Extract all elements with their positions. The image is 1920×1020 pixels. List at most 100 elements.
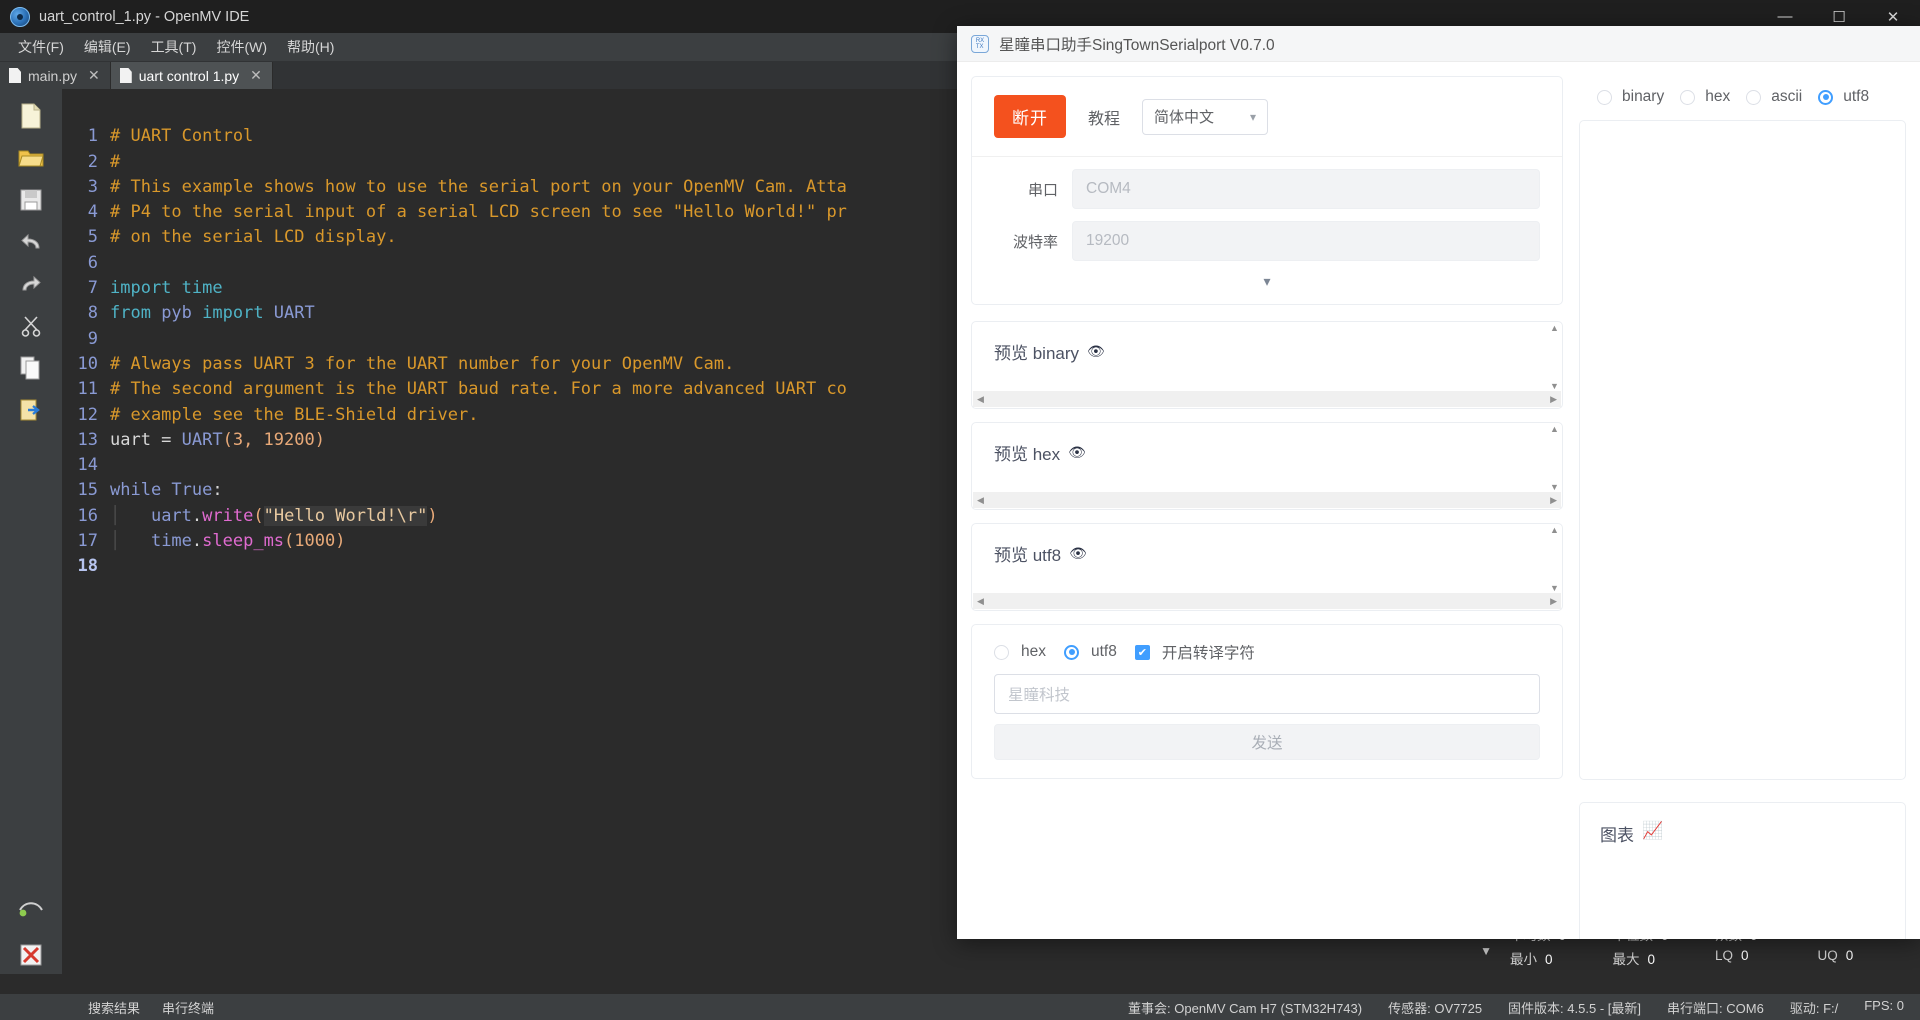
tab-label: main.py (28, 67, 78, 84)
language-select-value: 简体中文 (1154, 109, 1215, 126)
record-stop-icon[interactable] (16, 940, 46, 970)
chevron-right-icon[interactable]: ▶ (1550, 495, 1557, 506)
disconnect-button[interactable]: 断开 (994, 95, 1066, 138)
chevron-right-icon[interactable]: ▶ (1550, 596, 1557, 607)
menu-tools[interactable]: 工具(T) (141, 34, 207, 60)
preview-utf8-hscrollbar[interactable]: ◀ ▶ (973, 593, 1561, 609)
chart-card: 图表 📈 (1579, 802, 1906, 939)
send-encoding-radios: hex utf8 ✔ 开启转译字符 (994, 641, 1540, 663)
file-icon (9, 68, 21, 83)
radio-recv-ascii-label: ascii (1771, 88, 1803, 105)
baud-input[interactable]: 19200 (1072, 221, 1540, 261)
preview-binary-header: 预览 binary 👁 (972, 322, 1562, 364)
save-file-icon[interactable] (16, 185, 46, 215)
connection-card: 断开 教程 简体中文 ▾ 串口 COM4 波特率 19200 ▾ (971, 76, 1563, 305)
dialog-title: 星瞳串口助手SingTownSerialport V0.7.0 (999, 36, 1275, 54)
radio-send-hex[interactable] (994, 644, 1009, 660)
dialog-body: 断开 教程 简体中文 ▾ 串口 COM4 波特率 19200 ▾ 预览 bina… (957, 62, 1920, 939)
chevron-up-icon[interactable]: ▲ (1550, 424, 1559, 434)
chevron-right-icon[interactable]: ▶ (1550, 394, 1557, 405)
chevron-left-icon[interactable]: ◀ (977, 394, 984, 405)
escape-characters-label: 开启转译字符 (1161, 645, 1255, 662)
radio-send-utf8[interactable] (1064, 644, 1079, 660)
menu-edit[interactable]: 编辑(E) (74, 34, 141, 60)
close-icon[interactable]: ✕ (250, 67, 262, 84)
singtown-serialport-dialog: RX TX 星瞳串口助手SingTownSerialport V0.7.0 断开 … (957, 26, 1920, 939)
chevron-down-icon: ▾ (1249, 109, 1257, 124)
status-sensor: 传感器: OV7725 (1388, 1000, 1483, 1016)
radio-recv-utf8-label: utf8 (1843, 88, 1870, 105)
status-firmware: 固件版本: 4.5.5 - [最新] (1508, 1000, 1641, 1016)
redo-icon[interactable] (16, 269, 46, 299)
chevron-down-icon[interactable]: ▼ (1550, 583, 1559, 593)
preview-utf8-card: 预览 utf8 👁 ▲ ▼ ◀ ▶ (971, 523, 1563, 611)
tab-uart-control-1-py[interactable]: uart control 1.py ✕ (110, 62, 273, 89)
status-fps: FPS: 0 (1864, 997, 1904, 1013)
port-input[interactable]: COM4 (1072, 169, 1540, 209)
preview-hex-card: 预览 hex 👁 ▲ ▼ ◀ ▶ (971, 422, 1563, 510)
tutorial-link[interactable]: 教程 (1088, 105, 1120, 129)
radio-send-hex-label: hex (1021, 643, 1046, 660)
chevron-down-icon[interactable]: ▼ (1550, 482, 1559, 492)
chevron-down-icon[interactable]: ▼ (1550, 381, 1559, 391)
cut-icon[interactable] (16, 311, 46, 341)
connect-icon[interactable] (16, 892, 46, 922)
baud-row: 波特率 19200 (972, 209, 1562, 261)
radio-recv-hex-label: hex (1705, 88, 1731, 105)
send-button[interactable]: 发送 (994, 724, 1540, 760)
stat-max: 最大 0 (1612, 952, 1656, 967)
copy-icon[interactable] (16, 353, 46, 383)
tab-main-py[interactable]: main.py ✕ (0, 62, 111, 89)
receive-encoding-radios: binary hex ascii utf8 (1579, 74, 1906, 120)
eye-icon[interactable]: 👁 (1087, 343, 1105, 360)
preview-utf8-label: 预览 utf8 (994, 546, 1062, 565)
chart-icon[interactable]: 📈 (1642, 821, 1663, 841)
port-label: 串口 (1027, 181, 1058, 199)
radio-send-utf8-label: utf8 (1091, 643, 1117, 660)
eye-icon[interactable]: 👁 (1069, 545, 1087, 562)
chart-label: 图表 (1600, 826, 1634, 845)
chevron-up-icon[interactable]: ▲ (1550, 525, 1559, 535)
chevron-left-icon[interactable]: ◀ (977, 596, 984, 607)
menu-file[interactable]: 文件(F) (8, 34, 74, 60)
open-folder-icon[interactable] (16, 143, 46, 173)
bottom-tab-serial-terminal[interactable]: 串行终端 (162, 998, 214, 1017)
menu-help[interactable]: 帮助(H) (277, 34, 344, 60)
receive-output-area[interactable] (1579, 120, 1906, 780)
undo-icon[interactable] (16, 227, 46, 257)
language-select[interactable]: 简体中文 ▾ (1142, 98, 1269, 135)
preview-binary-hscrollbar[interactable]: ◀ ▶ (973, 391, 1561, 407)
expand-more-icon[interactable]: ▾ (972, 261, 1562, 304)
radio-recv-utf8[interactable] (1818, 89, 1834, 105)
chevron-left-icon[interactable]: ◀ (977, 495, 984, 506)
status-bar: 搜索结果 串行终端 董事会: OpenMV Cam H7 (STM32H743)… (0, 994, 1920, 1020)
file-icon (119, 68, 132, 83)
preview-utf8-vscrollbar[interactable]: ▲ ▼ (1548, 525, 1561, 593)
send-text-input[interactable]: 星瞳科技 (994, 674, 1540, 714)
radio-recv-binary[interactable] (1597, 89, 1612, 105)
preview-hex-vscrollbar[interactable]: ▲ ▼ (1548, 424, 1561, 492)
stat-min: 最小 0 (1510, 952, 1553, 967)
tab-label: uart control 1.py (138, 67, 240, 84)
radio-recv-hex[interactable] (1680, 89, 1696, 105)
dialog-title-bar: RX TX 星瞳串口助手SingTownSerialport V0.7.0 (957, 26, 1920, 62)
window-title: uart_control_1.py - OpenMV IDE (39, 8, 250, 25)
port-row: 串口 COM4 (972, 157, 1562, 209)
eye-icon[interactable]: 👁 (1068, 444, 1086, 461)
send-card: hex utf8 ✔ 开启转译字符 星瞳科技 发送 (971, 624, 1563, 779)
close-icon[interactable]: ✕ (88, 67, 100, 84)
status-drive: 驱动: F:/ (1789, 1000, 1839, 1016)
stat-uq: UQ 0 (1817, 948, 1854, 963)
preview-hex-hscrollbar[interactable]: ◀ ▶ (973, 492, 1561, 508)
preview-binary-vscrollbar[interactable]: ▲ ▼ (1548, 323, 1561, 391)
preview-hex-header: 预览 hex 👁 (972, 423, 1562, 465)
escape-characters-checkbox[interactable]: ✔ (1134, 644, 1150, 660)
paste-icon[interactable] (16, 395, 46, 425)
new-file-icon[interactable] (16, 101, 46, 131)
menu-widgets[interactable]: 控件(W) (206, 34, 277, 60)
chevron-down-icon[interactable]: ▼ (1480, 944, 1492, 958)
chevron-up-icon[interactable]: ▲ (1550, 323, 1559, 333)
bottom-tab-search-results[interactable]: 搜索结果 (88, 998, 140, 1017)
radio-recv-ascii[interactable] (1746, 89, 1762, 105)
dialog-left-column: 断开 教程 简体中文 ▾ 串口 COM4 波特率 19200 ▾ 预览 bina… (957, 62, 1575, 939)
